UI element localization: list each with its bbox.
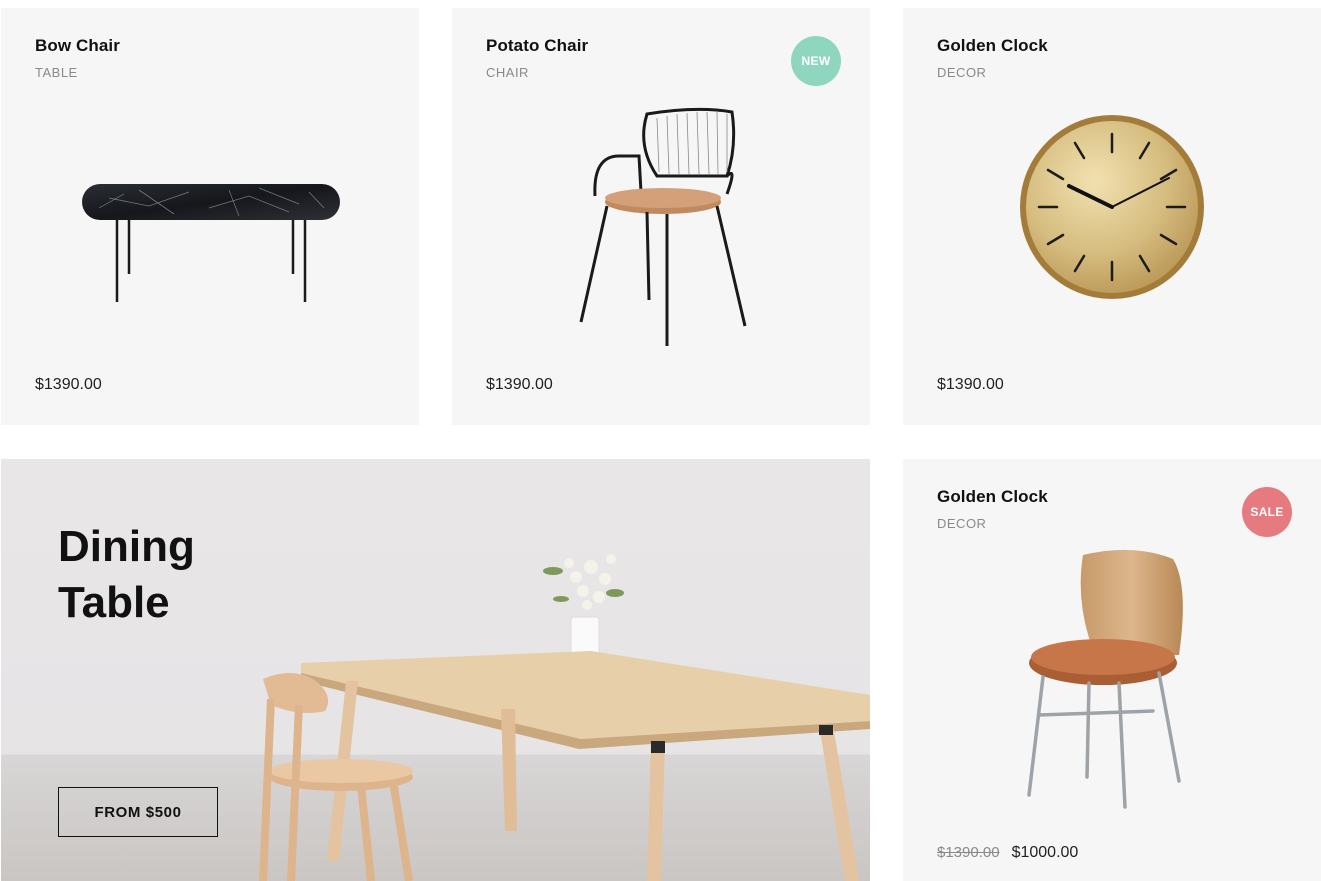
old-price: $1390.00 [937,844,1000,861]
product-card-potato-chair[interactable]: Potato Chair CHAIR NEW $1390.00 [452,8,870,425]
banner-title-line1: Dining [58,522,195,571]
product-card-golden-clock-sale[interactable]: Golden Clock DECOR SALE $1390.00 $1000.00 [903,459,1321,881]
product-price: $1390.00 [35,376,102,393]
product-category: CHAIR [486,65,529,80]
product-price: $1000.00 [1011,844,1079,861]
marble-table-icon[interactable] [79,178,343,308]
banner-title-line2: Table [58,578,170,627]
product-category: DECOR [937,516,987,531]
product-price: $1390.00 [937,376,1004,393]
product-price-group: $1390.00 $1000.00 [937,844,1078,862]
from-price-button[interactable]: FROM $500 [58,787,218,837]
new-badge: NEW [791,36,841,86]
wood-chair-icon[interactable] [1023,545,1193,815]
product-category: TABLE [35,65,78,80]
product-card-bow-chair[interactable]: Bow Chair TABLE $1390.00 [1,8,419,425]
product-category: DECOR [937,65,987,80]
product-card-golden-clock[interactable]: Golden Clock DECOR $1390.00 [903,8,1321,425]
product-title[interactable]: Potato Chair [486,36,588,56]
wire-chair-icon[interactable] [577,106,757,346]
product-title[interactable]: Golden Clock [937,487,1048,507]
product-price: $1390.00 [486,376,553,393]
sale-badge: SALE [1242,487,1292,537]
product-title[interactable]: Golden Clock [937,36,1048,56]
banner-title: Dining Table [58,519,195,631]
product-title[interactable]: Bow Chair [35,36,120,56]
gold-clock-icon[interactable] [1019,114,1205,300]
dining-table-banner[interactable]: Dining Table FROM $500 [1,459,870,881]
